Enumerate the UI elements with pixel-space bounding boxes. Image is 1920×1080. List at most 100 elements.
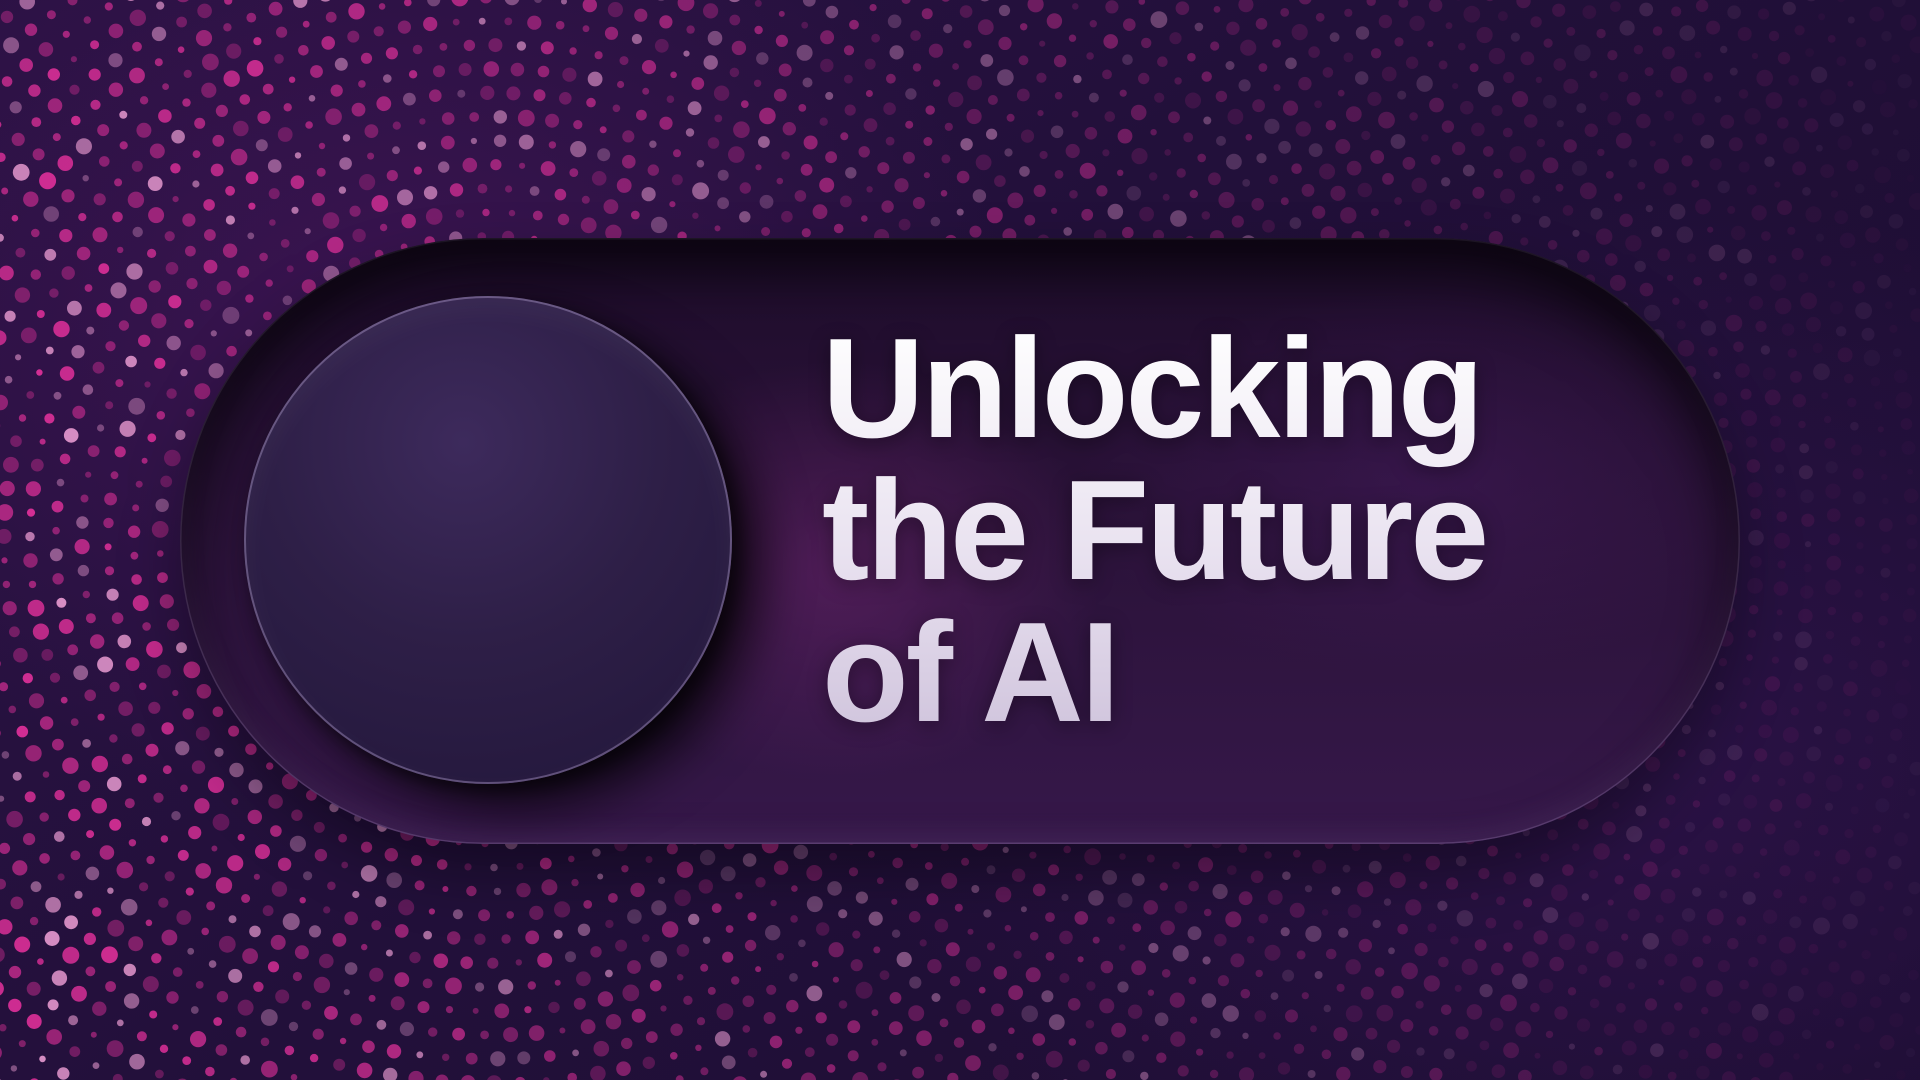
background-dot	[427, 0, 441, 7]
background-dot	[1610, 1, 1621, 12]
background-dot	[739, 182, 751, 194]
background-dot	[1888, 952, 1898, 962]
background-dot	[1018, 55, 1029, 66]
background-dot	[631, 1008, 646, 1023]
background-dot	[1, 751, 10, 759]
background-dot	[123, 963, 136, 977]
background-dot	[1425, 855, 1441, 871]
background-dot	[1581, 893, 1590, 901]
background-dot	[145, 919, 153, 927]
toggle-switch-knob[interactable]	[244, 296, 732, 784]
background-dot	[605, 1014, 622, 1030]
background-dot	[1452, 83, 1459, 90]
background-dot	[966, 108, 982, 125]
background-dot	[1816, 701, 1828, 712]
background-dot	[1680, 976, 1697, 993]
background-dot	[1827, 280, 1836, 289]
background-dot	[1676, 226, 1694, 243]
background-dot	[1264, 118, 1280, 134]
background-dot	[1552, 1060, 1568, 1076]
background-dot	[1778, 1007, 1795, 1025]
background-dot	[1773, 631, 1783, 641]
background-dot	[1839, 232, 1856, 249]
background-dot	[1201, 211, 1211, 220]
background-dot	[260, 1037, 270, 1047]
background-dot	[498, 979, 514, 995]
background-dot	[1280, 927, 1290, 937]
background-dot	[118, 320, 130, 331]
background-dot	[729, 14, 741, 26]
background-dot	[0, 233, 4, 242]
background-dot	[1835, 1017, 1845, 1027]
background-dot	[1821, 392, 1829, 400]
background-dot	[1370, 208, 1379, 217]
background-dot	[1496, 896, 1506, 906]
background-dot	[288, 1021, 299, 1032]
background-dot	[1907, 588, 1915, 596]
background-dot	[1331, 886, 1341, 896]
background-dot	[1626, 826, 1643, 843]
background-dot	[125, 355, 137, 368]
background-dot	[478, 17, 486, 25]
background-dot	[1843, 373, 1854, 384]
background-dot	[590, 946, 602, 958]
background-dot	[1225, 911, 1242, 928]
background-dot	[351, 102, 366, 117]
background-dot	[956, 208, 964, 216]
background-dot	[1910, 308, 1920, 322]
background-dot	[889, 992, 902, 1004]
background-dot	[1908, 788, 1916, 796]
background-dot	[1875, 798, 1889, 812]
background-dot	[0, 528, 12, 544]
background-dot	[92, 907, 102, 917]
background-dot	[577, 923, 591, 936]
background-dot	[97, 424, 105, 432]
background-dot	[1045, 952, 1055, 961]
background-dot	[1633, 1019, 1648, 1034]
background-dot	[770, 899, 777, 907]
background-dot	[1794, 820, 1802, 829]
background-dot	[119, 141, 128, 150]
background-dot	[909, 976, 922, 989]
background-dot	[292, 971, 302, 982]
background-dot	[0, 682, 9, 692]
background-dot	[953, 1037, 965, 1048]
background-dot	[1555, 183, 1564, 192]
background-dot	[1086, 52, 1094, 60]
background-dot	[166, 991, 179, 1004]
background-dot	[59, 229, 73, 243]
background-dot	[1376, 1004, 1394, 1022]
background-dot	[1705, 839, 1718, 853]
background-dot	[194, 383, 211, 400]
background-dot	[832, 976, 840, 983]
background-dot	[26, 981, 41, 996]
background-dot	[1677, 339, 1695, 357]
background-dot	[1717, 180, 1730, 194]
background-dot	[1338, 927, 1349, 938]
background-dot	[324, 1006, 338, 1020]
background-dot	[1117, 981, 1129, 993]
background-dot	[1720, 45, 1728, 54]
background-dot	[597, 873, 604, 880]
background-dot	[154, 58, 163, 67]
background-dot	[1072, 3, 1079, 10]
background-dot	[707, 30, 723, 46]
background-dot	[1621, 933, 1629, 941]
background-dot	[1758, 8, 1770, 20]
background-dot	[597, 148, 611, 162]
background-dot	[742, 995, 755, 1008]
background-dot	[754, 25, 763, 35]
background-dot	[801, 228, 811, 238]
background-dot	[776, 177, 784, 185]
background-dot	[67, 0, 78, 6]
background-dot	[213, 1017, 223, 1026]
background-dot	[565, 951, 576, 963]
background-dot	[107, 887, 114, 894]
background-dot	[1428, 0, 1443, 12]
background-dot	[214, 747, 224, 757]
background-dot	[1032, 883, 1046, 897]
background-dot	[800, 1072, 817, 1080]
background-dot	[1378, 111, 1395, 129]
background-dot	[1460, 222, 1468, 231]
background-dot	[104, 492, 117, 506]
